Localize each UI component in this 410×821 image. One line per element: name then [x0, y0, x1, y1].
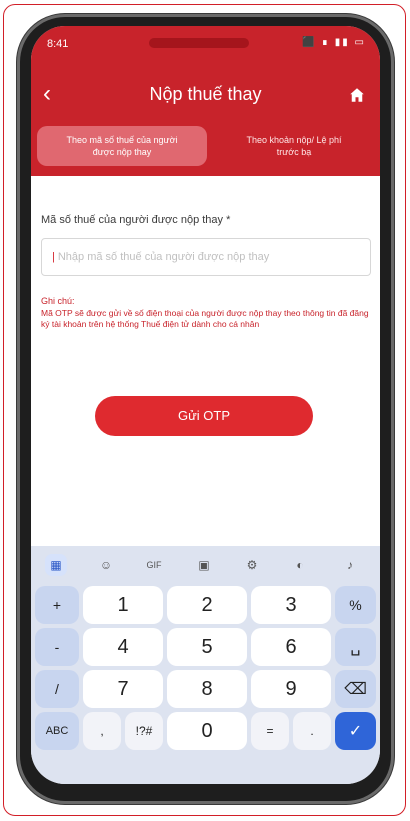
nav-bar: ‹ Nộp thuế thay: [31, 70, 380, 120]
keyboard-toolbar: ▦ ☺ GIF ▣ ⚙ ◐ ♪: [31, 546, 380, 582]
key-equals[interactable]: =: [251, 712, 289, 750]
key-symbols[interactable]: !?#: [125, 712, 163, 750]
mic-icon[interactable]: ♪: [339, 554, 361, 576]
tax-code-label: Mã số thuế của người được nộp thay *: [41, 214, 231, 226]
grid-icon[interactable]: ▦: [45, 554, 67, 576]
send-otp-button[interactable]: Gửi OTP: [95, 396, 313, 436]
sticker-icon[interactable]: ☺: [95, 554, 117, 576]
key-percent[interactable]: %: [335, 586, 376, 624]
key-2[interactable]: 2: [167, 586, 247, 624]
numeric-keyboard: ▦ ☺ GIF ▣ ⚙ ◐ ♪ + 1 2 3 % - 4 5 6 ␣ / 7 …: [31, 546, 380, 784]
key-0[interactable]: 0: [167, 712, 247, 750]
space-icon: ␣: [350, 639, 361, 656]
key-3[interactable]: 3: [251, 586, 331, 624]
key-slash[interactable]: /: [35, 670, 79, 708]
palette-icon[interactable]: ◐: [289, 554, 311, 576]
key-period[interactable]: .: [293, 712, 331, 750]
note-title: Ghi chú:: [41, 296, 75, 306]
page-title: Nộp thuế thay: [149, 84, 262, 104]
home-icon[interactable]: [348, 86, 366, 104]
form-content: Mã số thuế của người được nộp thay * | Nh…: [31, 176, 380, 546]
key-comma[interactable]: ,: [83, 712, 121, 750]
text-caret: |: [52, 251, 55, 263]
clipboard-icon[interactable]: ▣: [193, 554, 215, 576]
tab-by-payment[interactable]: Theo khoản nộp/ Lệ phí trước bạ: [209, 126, 379, 166]
tab-label: Theo mã số thuế của người được nộp thay: [66, 135, 178, 157]
key-8[interactable]: 8: [167, 670, 247, 708]
key-6[interactable]: 6: [251, 628, 331, 666]
key-4[interactable]: 4: [83, 628, 163, 666]
status-time: 8:41: [47, 38, 69, 50]
phone-screen: 8:41 ⬛ ∎ ▮▮ ▭ ‹ Nộp thuế thay Theo mã số…: [31, 26, 380, 784]
key-plus[interactable]: +: [35, 586, 79, 624]
camera-pill: [149, 38, 249, 48]
space-key[interactable]: ␣: [335, 628, 376, 666]
tab-by-tax-code[interactable]: Theo mã số thuế của người được nộp thay: [37, 126, 207, 166]
abc-key[interactable]: ABC: [35, 712, 79, 750]
gif-button[interactable]: GIF: [143, 554, 165, 576]
backspace-key[interactable]: ⌫: [335, 670, 376, 708]
key-5[interactable]: 5: [167, 628, 247, 666]
tabs: Theo mã số thuế của người được nộp thay …: [31, 126, 380, 178]
note-text: Mã OTP sẽ được gửi về số điện thoại của …: [41, 308, 369, 329]
key-1[interactable]: 1: [83, 586, 163, 624]
key-9[interactable]: 9: [251, 670, 331, 708]
backspace-icon: ⌫: [344, 681, 367, 698]
tax-code-input[interactable]: | Nhập mã số thuế của người được nộp thay: [41, 238, 371, 276]
check-icon: ✓: [348, 723, 363, 740]
status-bar: 8:41 ⬛ ∎ ▮▮ ▭: [31, 26, 380, 58]
key-7[interactable]: 7: [83, 670, 163, 708]
key-minus[interactable]: -: [35, 628, 79, 666]
settings-icon[interactable]: ⚙: [241, 554, 263, 576]
enter-key[interactable]: ✓: [335, 712, 376, 750]
tax-code-placeholder: Nhập mã số thuế của người được nộp thay: [57, 251, 270, 263]
tab-label: Theo khoản nộp/ Lệ phí trước bạ: [246, 135, 342, 157]
status-icons: ⬛ ∎ ▮▮ ▭: [302, 37, 366, 48]
